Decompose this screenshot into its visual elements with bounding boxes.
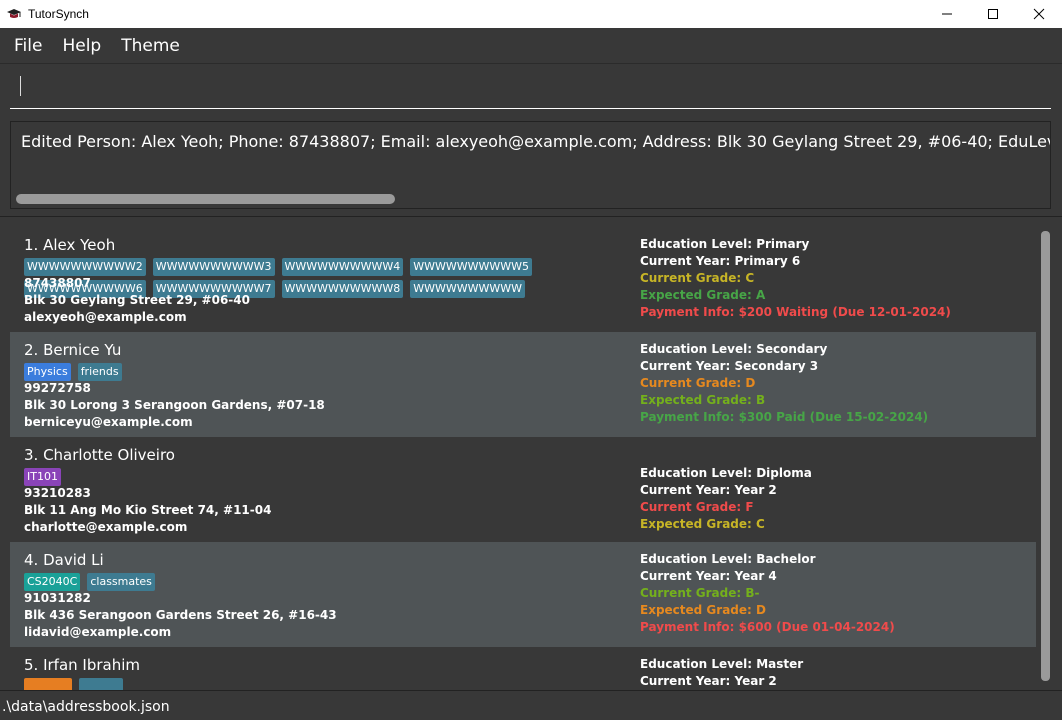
- email: alexyeoh@example.com: [24, 310, 187, 324]
- education-info-line: Current Grade: F: [640, 500, 754, 514]
- education-info-line: Payment Info: $600 (Due 01-04-2024): [640, 620, 895, 634]
- person-card[interactable]: 3. Charlotte Oliveiro IT101 93210283 Blk 11…: [10, 437, 1036, 542]
- education-info-line: Current Grade: C: [640, 271, 755, 285]
- person-name: 4. David Li: [24, 551, 104, 569]
- person-card[interactable]: 1. Alex Yeoh WWWWWWWWWW2 WWWWWWWWWW3 WWWWWW…: [10, 227, 1036, 332]
- minimize-icon: [942, 13, 952, 15]
- menu-bar: File Help Theme: [0, 28, 1062, 64]
- window-title: TutorSynch: [28, 7, 89, 21]
- education-info-line: Education Level: Primary: [640, 237, 810, 251]
- tag: classmates: [87, 573, 155, 591]
- menu-theme[interactable]: Theme: [111, 36, 190, 56]
- tag-list: IT101: [24, 468, 614, 486]
- person-name: 2. Bernice Yu: [24, 341, 122, 359]
- education-info-line: Payment Info: $300 Paid (Due 15-02-2024): [640, 410, 929, 424]
- tag: IT101: [24, 468, 61, 486]
- result-message: Edited Person: Alex Yeoh; Phone: 8743880…: [21, 132, 1050, 151]
- menu-help[interactable]: Help: [52, 36, 111, 56]
- vertical-scrollbar[interactable]: [1041, 231, 1050, 681]
- tag: friends: [77, 363, 122, 381]
- address: Blk 11 Ang Mo Kio Street 74, #11-04: [24, 503, 272, 517]
- education-info-line: Current Year: Primary 6: [640, 254, 801, 268]
- minimize-button[interactable]: [924, 0, 970, 28]
- address: Blk 30 Geylang Street 29, #06-40: [24, 293, 250, 307]
- person-name: 5. Irfan Ibrahim: [24, 656, 141, 674]
- person-card[interactable]: 4. David Li CS2040C classmates 91031282 Blk …: [10, 542, 1036, 647]
- maximize-icon: [988, 9, 998, 19]
- education-info-line: Expected Grade: D: [640, 603, 766, 617]
- education-info-line: Current Year: Secondary 3: [640, 359, 819, 373]
- email: berniceyu@example.com: [24, 415, 193, 429]
- text-caret: [20, 76, 21, 96]
- graduation-cap-icon: [7, 9, 21, 18]
- person-card[interactable]: 2. Bernice Yu Physics friends 99272758 Blk 3…: [10, 332, 1036, 437]
- education-info-line: Current Year: Year 2: [640, 674, 777, 688]
- education-info-line: Current Year: Year 2: [640, 483, 777, 497]
- person-name: 3. Charlotte Oliveiro: [24, 446, 175, 464]
- person-card[interactable]: 5. Irfan Ibrahim Education Level: Master C…: [10, 647, 1036, 690]
- tag-list: CS2040C classmates: [24, 573, 614, 591]
- title-bar: TutorSynch: [0, 0, 1062, 28]
- education-info-line: Expected Grade: A: [640, 288, 766, 302]
- address: Blk 30 Lorong 3 Serangoon Gardens, #07-1…: [24, 398, 325, 412]
- email: lidavid@example.com: [24, 625, 172, 639]
- tag: WWWWWWWWWW5: [410, 258, 533, 276]
- person-list: 1. Alex Yeoh WWWWWWWWWW2 WWWWWWWWWW3 WWWWWW…: [0, 216, 1062, 690]
- command-input[interactable]: [10, 72, 1051, 109]
- tag: WWWWWWWWWW2: [24, 258, 146, 276]
- education-info-line: Expected Grade: B: [640, 393, 766, 407]
- status-bar: .\data\addressbook.json: [0, 690, 1062, 720]
- tag: CS2040C: [24, 573, 81, 591]
- email: charlotte@example.com: [24, 520, 188, 534]
- save-location: .\data\addressbook.json: [2, 699, 170, 715]
- tag-list: [24, 678, 614, 690]
- phone-number: 87438807: [24, 276, 91, 290]
- tag: WWWWWWWWWW4: [281, 258, 404, 276]
- phone-number: 91031282: [24, 591, 91, 605]
- education-info-line: Expected Grade: C: [640, 517, 765, 531]
- tag: [24, 678, 72, 690]
- tag: WWWWWWWWWW3: [152, 258, 275, 276]
- education-info-line: Payment Info: $200 Waiting (Due 12-01-20…: [640, 305, 951, 319]
- phone-number: 93210283: [24, 486, 91, 500]
- education-info-line: Education Level: Bachelor: [640, 552, 816, 566]
- close-icon: [1033, 8, 1045, 20]
- maximize-button[interactable]: [970, 0, 1016, 28]
- education-info-line: Current Year: Year 4: [640, 569, 777, 583]
- tag: WWWWWWWWWW8: [281, 280, 404, 298]
- tag: Physics: [24, 363, 71, 381]
- education-info-line: Education Level: Secondary: [640, 342, 828, 356]
- result-display: Edited Person: Alex Yeoh; Phone: 8743880…: [10, 121, 1051, 209]
- horizontal-scrollbar[interactable]: [16, 194, 395, 204]
- education-info-line: Education Level: Master: [640, 657, 804, 671]
- address: Blk 436 Serangoon Gardens Street 26, #16…: [24, 608, 337, 622]
- tag: [79, 678, 123, 690]
- menu-file[interactable]: File: [4, 36, 52, 56]
- education-info-line: Current Grade: B-: [640, 586, 760, 600]
- command-box: [0, 64, 1062, 114]
- education-info-line: Education Level: Diploma: [640, 466, 812, 480]
- close-button[interactable]: [1016, 0, 1062, 28]
- tag-list: Physics friends: [24, 363, 614, 381]
- person-name: 1. Alex Yeoh: [24, 236, 116, 254]
- tag: WWWWWWWWWW: [410, 280, 526, 298]
- phone-number: 99272758: [24, 381, 91, 395]
- tag-list: WWWWWWWWWW2 WWWWWWWWWW3 WWWWWWWWWW4 WWWWWWW…: [24, 258, 614, 298]
- education-info-line: Current Grade: D: [640, 376, 756, 390]
